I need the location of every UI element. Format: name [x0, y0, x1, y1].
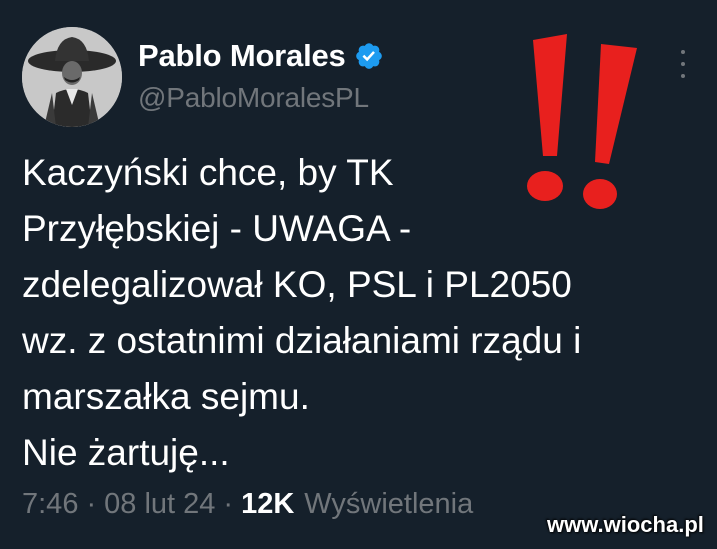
more-dot [681, 74, 685, 78]
views-label[interactable]: Wyświetlenia [304, 488, 473, 521]
tweet-text-line: zdelegalizował KO, PSL i PL2050 [22, 264, 572, 305]
tweet-card: Pablo Morales @PabloMoralesPL Kaczyński … [0, 0, 717, 549]
author-handle[interactable]: @PabloMoralesPL [138, 82, 384, 114]
tweet-date[interactable]: 08 lut 24 [104, 488, 215, 521]
meta-separator: · [86, 488, 97, 520]
more-dot [681, 50, 685, 54]
tweet-text-line: Przyłębskiej - UWAGA - [22, 208, 412, 249]
author-name-row: Pablo Morales [138, 38, 384, 74]
tweet-text-line: Nie żartuję... [22, 432, 230, 473]
avatar[interactable] [22, 27, 122, 127]
tweet-text-line: wz. z ostatnimi działaniami rządu i [22, 320, 582, 361]
verified-badge-icon [354, 41, 384, 71]
watermark: www.wiocha.pl [547, 512, 704, 537]
meta-separator: · [223, 488, 234, 520]
views-count[interactable]: 12K [241, 488, 294, 521]
author-name[interactable]: Pablo Morales [138, 38, 346, 74]
tweet-text: Kaczyński chce, by TK Przyłębskiej - UWA… [22, 145, 702, 481]
tweet-text-line: marszałka sejmu. [22, 376, 310, 417]
more-options-icon[interactable] [676, 50, 690, 78]
tweet-text-line: Kaczyński chce, by TK [22, 152, 394, 193]
tweet-meta: 7:46 · 08 lut 24 · 12K Wyświetlenia [22, 488, 473, 521]
more-dot [681, 62, 685, 66]
tweet-time[interactable]: 7:46 [22, 488, 78, 521]
author-block: Pablo Morales @PabloMoralesPL [138, 38, 384, 114]
